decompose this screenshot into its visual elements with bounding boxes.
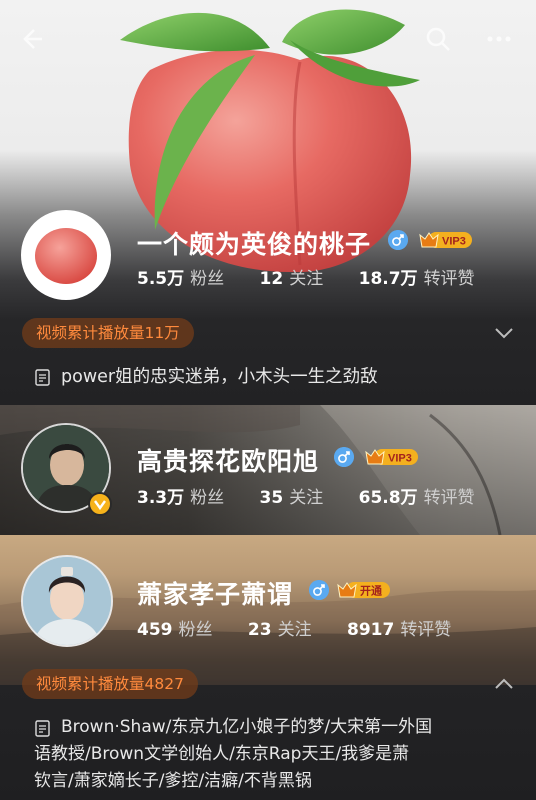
chevron-up-icon[interactable] — [494, 678, 514, 690]
svg-text:VIP3: VIP3 — [388, 453, 412, 465]
vip-open-badge[interactable]: 开通 — [336, 579, 394, 601]
profile-card-2: 高贵探花欧阳旭 VIP3 3.3万 粉丝 35 关注 65.8万 转评赞 — [0, 405, 536, 535]
followers-label[interactable]: 粉丝 — [190, 488, 224, 508]
following-label[interactable]: 关注 — [278, 620, 312, 640]
profile-card-1: 一个颇为英俊的桃子 VIP3 5.5万 粉丝 12 关注 18.7万 转评赞 视频累计… — [0, 0, 536, 405]
more-icon[interactable] — [486, 26, 512, 52]
likes-label: 转评赞 — [423, 488, 475, 508]
document-icon — [35, 720, 50, 737]
chevron-down-icon[interactable] — [494, 327, 514, 339]
followers-label[interactable]: 粉丝 — [179, 620, 213, 640]
username: 高贵探花欧阳旭 — [137, 447, 320, 476]
svg-text:VIP3: VIP3 — [442, 236, 466, 248]
play-count-pill[interactable]: 视频累计播放量4827 — [22, 669, 198, 699]
top-bar — [0, 0, 536, 80]
vip-badge[interactable]: VIP3 — [364, 446, 420, 468]
following-label[interactable]: 关注 — [289, 269, 323, 289]
username: 萧家孝子萧谓 — [137, 580, 294, 609]
person-avatar-image — [23, 557, 111, 645]
following-label[interactable]: 关注 — [289, 488, 323, 508]
vip-badge[interactable]: VIP3 — [418, 229, 474, 251]
stats-row: 3.3万 粉丝 35 关注 65.8万 转评赞 — [137, 488, 475, 508]
verified-icon — [88, 492, 112, 516]
svg-text:开通: 开通 — [360, 585, 382, 598]
document-icon — [35, 369, 50, 386]
male-icon — [309, 580, 329, 600]
male-icon — [334, 447, 354, 467]
male-icon — [388, 230, 408, 250]
bio: Brown·Shaw/东京九亿小娘子的梦/大宋第一外国 语教授/Brown文学创… — [34, 714, 433, 795]
play-count-pill[interactable]: 视频累计播放量11万 — [22, 318, 194, 348]
peach-avatar-image — [35, 228, 97, 284]
avatar[interactable] — [21, 210, 111, 300]
search-icon[interactable] — [425, 26, 451, 52]
followers-label[interactable]: 粉丝 — [190, 269, 224, 289]
bio-line: 语教授/Brown文学创始人/东京Rap天王/我爹是萧 — [34, 744, 410, 764]
stats-row: 5.5万 粉丝 12 关注 18.7万 转评赞 — [137, 269, 475, 289]
bio-line: 钦言/萧家嫡长子/爹控/洁癖/不背黑锅 — [34, 771, 312, 791]
profile-card-3: 萧家孝子萧谓 开通 459 粉丝 23 关注 8917 转评赞 视频累计播放量4827… — [0, 535, 536, 800]
username: 一个颇为英俊的桃子 — [137, 230, 372, 259]
stats-row: 459 粉丝 23 关注 8917 转评赞 — [137, 620, 452, 640]
bio-line: Brown·Shaw/东京九亿小娘子的梦/大宋第一外国 — [61, 717, 433, 737]
likes-label: 转评赞 — [400, 620, 452, 640]
avatar[interactable] — [21, 555, 113, 647]
likes-label: 转评赞 — [423, 269, 475, 289]
back-arrow-icon[interactable] — [18, 26, 44, 52]
bio: power姐的忠实迷弟，小木头一生之劲敌 — [61, 367, 378, 387]
